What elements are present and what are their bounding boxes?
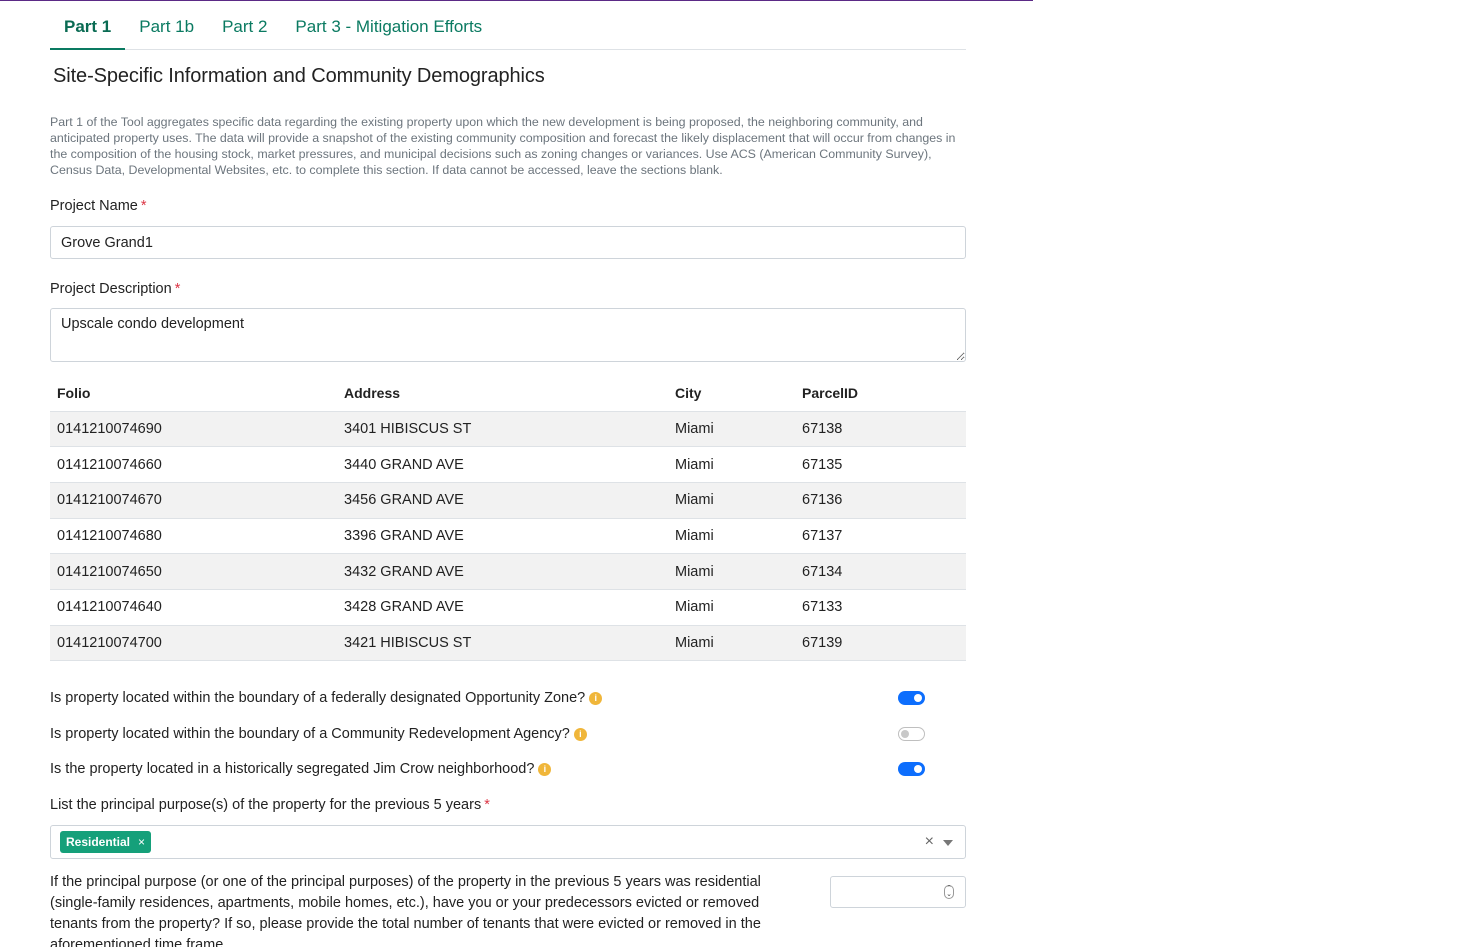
eviction-question: If the principal purpose (or one of the … xyxy=(50,872,966,947)
cell-address: 3428 GRAND AVE xyxy=(337,588,668,626)
cell-parcelid: 67137 xyxy=(795,517,966,554)
cell-city: Miami xyxy=(668,553,795,590)
section-title: Site-Specific Information and Community … xyxy=(53,65,545,87)
cell-city: Miami xyxy=(668,517,795,554)
info-icon[interactable]: i xyxy=(589,692,603,706)
clear-selection-icon[interactable]: × xyxy=(925,833,934,851)
cell-city: Miami xyxy=(668,410,795,447)
chevron-down-icon[interactable] xyxy=(943,839,953,846)
question-label: Is property located within the boundary … xyxy=(50,725,570,742)
column-header-parcelid: ParcelID xyxy=(802,384,859,401)
eviction-label: If the principal purpose (or one of the … xyxy=(50,873,761,947)
part1-form: Part 1 Part 1b Part 2 Part 3 - Mitigatio… xyxy=(50,0,966,947)
table-row: 0141210074660 3440 GRAND AVE Miami 67135 xyxy=(50,446,966,483)
cell-parcelid: 67135 xyxy=(795,446,966,483)
info-icon[interactable]: i xyxy=(538,763,552,777)
cell-folio: 0141210074650 xyxy=(50,553,337,590)
cell-address: 3456 GRAND AVE xyxy=(337,481,668,519)
column-header-folio: Folio xyxy=(57,384,91,401)
tab-part-1[interactable]: Part 1 xyxy=(50,0,126,50)
cell-parcelid: 67136 xyxy=(795,481,966,519)
tab-part-1b[interactable]: Part 1b xyxy=(125,0,208,50)
cell-folio: 0141210074700 xyxy=(50,624,337,662)
cell-parcelid: 67139 xyxy=(795,624,966,662)
tab-part-2[interactable]: Part 2 xyxy=(208,0,281,50)
principal-purpose-label: List the principal purpose(s) of the pro… xyxy=(50,796,490,813)
table-row: 0141210074680 3396 GRAND AVE Miami 67137 xyxy=(50,517,966,554)
table-row: 0141210074700 3421 HIBISCUS ST Miami 671… xyxy=(50,624,966,662)
section-intro: Part 1 of the Tool aggregates specific d… xyxy=(50,115,956,177)
table-row: 0141210074650 3432 GRAND AVE Miami 67134 xyxy=(50,553,966,590)
project-description-label: Project Description * xyxy=(50,281,181,297)
project-name-input[interactable] xyxy=(50,226,966,259)
project-description-textarea[interactable]: Upscale condo development xyxy=(50,308,966,362)
cell-folio: 0141210074680 xyxy=(50,517,337,554)
cell-city: Miami xyxy=(668,481,795,519)
question-opportunity-zone: Is property located within the boundary … xyxy=(50,690,966,726)
question-label: Is the property located in a historicall… xyxy=(50,761,535,778)
principal-purpose-select[interactable]: Residential × × xyxy=(50,824,966,859)
table-row: 0141210074690 3401 HIBISCUS ST Miami 671… xyxy=(50,410,966,447)
cell-address: 3396 GRAND AVE xyxy=(337,517,668,554)
question-redevelopment-agency: Is property located within the boundary … xyxy=(50,726,966,762)
cell-folio: 0141210074640 xyxy=(50,588,337,626)
cell-address: 3432 GRAND AVE xyxy=(337,553,668,590)
cell-city: Miami xyxy=(668,624,795,662)
column-header-city: City xyxy=(675,384,702,401)
cell-city: Miami xyxy=(668,588,795,626)
jim-crow-neighborhood-toggle[interactable] xyxy=(898,762,925,777)
cell-parcelid: 67133 xyxy=(795,588,966,626)
required-asterisk: * xyxy=(484,796,490,813)
parcels-table: Folio Address City ParcelID 014121007469… xyxy=(50,375,966,662)
project-name-label: Project Name * xyxy=(50,198,147,214)
redevelopment-agency-toggle[interactable] xyxy=(898,726,925,741)
cell-folio: 0141210074670 xyxy=(50,481,337,519)
cell-parcelid: 67138 xyxy=(795,410,966,447)
required-asterisk: * xyxy=(140,198,147,214)
question-label: Is property located within the boundary … xyxy=(50,690,586,707)
cell-folio: 0141210074660 xyxy=(50,446,337,483)
cell-parcelid: 67134 xyxy=(795,553,966,590)
number-spinner-icon[interactable]: ⌃ ⌄ xyxy=(944,884,954,899)
table-row: 0141210074640 3428 GRAND AVE Miami 67133 xyxy=(50,588,966,626)
part-tabs: Part 1 Part 1b Part 2 Part 3 - Mitigatio… xyxy=(50,0,966,50)
cell-folio: 0141210074690 xyxy=(50,410,337,447)
cell-address: 3440 GRAND AVE xyxy=(337,446,668,483)
remove-chip-icon[interactable]: × xyxy=(138,835,145,849)
property-questions: Is property located within the boundary … xyxy=(50,690,966,797)
table-header-row: Folio Address City ParcelID xyxy=(50,375,966,411)
table-row: 0141210074670 3456 GRAND AVE Miami 67136 xyxy=(50,481,966,519)
opportunity-zone-toggle[interactable] xyxy=(898,691,925,706)
evicted-tenants-number-input[interactable]: ⌃ ⌄ xyxy=(830,875,966,908)
cell-address: 3401 HIBISCUS ST xyxy=(337,410,668,447)
info-icon[interactable]: i xyxy=(573,727,587,741)
required-asterisk: * xyxy=(174,281,181,297)
cell-city: Miami xyxy=(668,446,795,483)
selected-chip-residential: Residential × xyxy=(60,830,152,853)
cell-address: 3421 HIBISCUS ST xyxy=(337,624,668,662)
column-header-address: Address xyxy=(344,384,401,401)
tab-part-3[interactable]: Part 3 - Mitigation Efforts xyxy=(281,0,496,50)
question-jim-crow-neighborhood: Is the property located in a historicall… xyxy=(50,761,966,797)
